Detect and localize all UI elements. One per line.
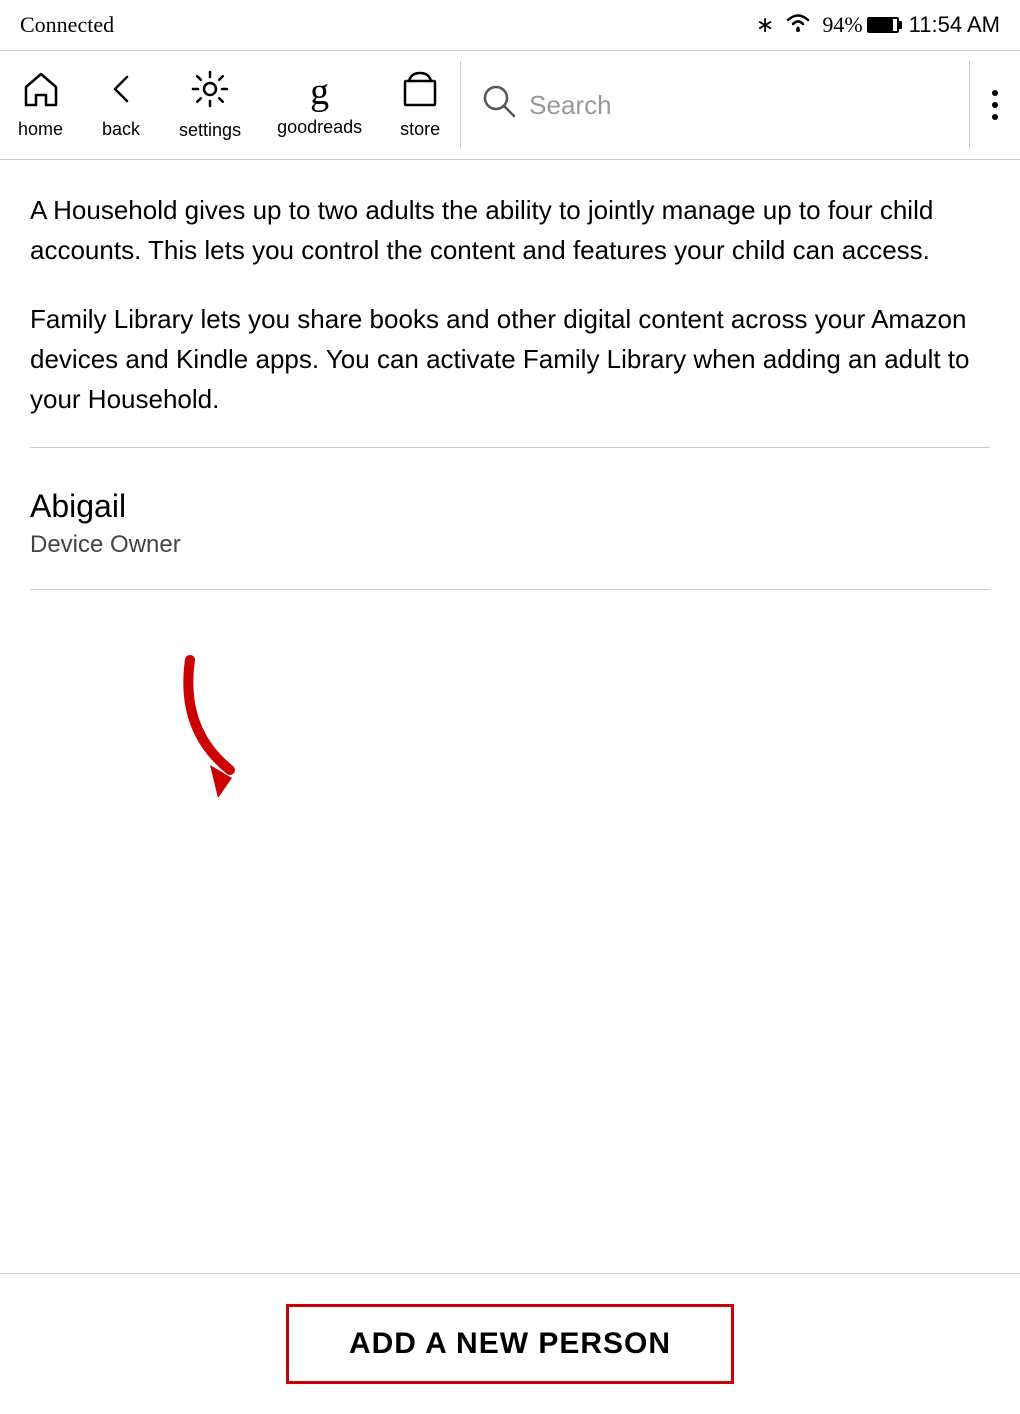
store-label: store [400,119,440,140]
add-person-button[interactable]: ADD A NEW PERSON [0,1274,1020,1414]
back-nav[interactable]: back [81,51,161,159]
divider-1 [30,447,990,448]
battery-percent: 94% [822,12,862,38]
goodreads-label: goodreads [277,117,362,138]
back-label: back [102,119,140,140]
more-menu-button[interactable] [970,51,1020,159]
search-section[interactable]: Search [461,51,969,159]
main-content: A Household gives up to two adults the a… [0,160,1020,590]
paragraph-1: A Household gives up to two adults the a… [30,190,990,271]
search-icon [481,83,517,128]
battery-indicator: 94% [822,12,898,38]
goodreads-nav[interactable]: g goodreads [259,51,380,159]
user-name: Abigail [30,488,990,525]
settings-label: settings [179,120,241,141]
arrow-icon [160,650,290,810]
bluetooth-icon: ∗ [756,12,774,38]
goodreads-icon: g [310,73,329,111]
bottom-section: ADD A NEW PERSON [0,1273,1020,1414]
settings-icon [191,70,229,114]
user-role: Device Owner [30,531,990,559]
back-icon [103,71,139,113]
settings-nav[interactable]: settings [161,51,259,159]
arrow-annotation [0,650,1020,810]
add-person-label: ADD A NEW PERSON [349,1327,671,1360]
store-icon [401,71,439,113]
add-person-button-inner: ADD A NEW PERSON [286,1304,734,1384]
time-display: 11:54 AM [909,12,1000,38]
status-icons: ∗ 94% 11:54 AM [756,11,1000,39]
home-icon [22,71,60,113]
store-nav[interactable]: store [380,51,460,159]
home-nav[interactable]: home [0,51,81,159]
paragraph-2: Family Library lets you share books and … [30,299,990,420]
user-section: Abigail Device Owner [30,468,990,579]
divider-2 [30,589,990,590]
connection-status: Connected [20,12,114,38]
nav-bar: home back settings g goodreads stor [0,50,1020,160]
wifi-icon [784,11,812,39]
home-label: home [18,119,63,140]
search-placeholder: Search [529,90,611,121]
status-bar: Connected ∗ 94% 11:54 AM [0,0,1020,50]
